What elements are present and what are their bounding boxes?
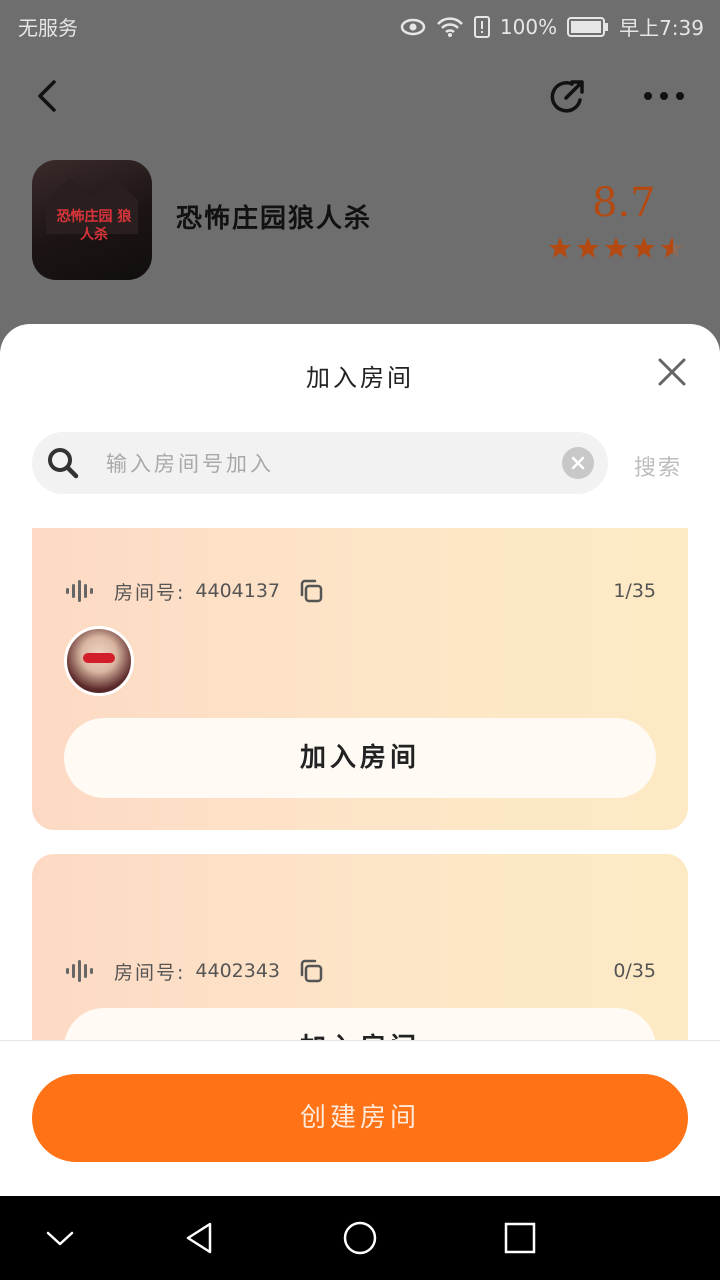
sim-alert-icon (473, 15, 490, 38)
copy-icon[interactable] (298, 578, 324, 604)
clear-input-button[interactable] (562, 447, 594, 479)
player-avatar[interactable] (64, 626, 134, 696)
chevron-down-icon[interactable] (40, 1218, 80, 1258)
star-icon (577, 237, 599, 258)
join-room-button[interactable]: 加入房间 (64, 718, 656, 798)
join-room-button[interactable]: 加入房间 (64, 1008, 656, 1040)
more-icon[interactable] (640, 80, 688, 112)
home-circle-icon[interactable] (340, 1218, 380, 1258)
status-icons: 100% 早上7:39 (400, 12, 704, 41)
room-card: 房间号: 4404137 1/35 加入房间 (32, 528, 688, 830)
search-box (32, 432, 608, 496)
rating-stars (548, 236, 684, 260)
room-card: 房间号: 4402343 0/35 加入房间 (32, 854, 688, 1040)
room-header: 房间号: 4402343 0/35 (64, 956, 656, 986)
room-list[interactable]: 房间号: 4404137 1/35 加入房间 房间号: 4402343 0/35… (0, 528, 720, 1040)
room-occupancy: 1/35 (613, 580, 656, 602)
system-nav-bar (0, 1196, 720, 1280)
clock-text: 早上7:39 (619, 16, 704, 40)
room-occupancy: 0/35 (613, 960, 656, 982)
room-number-label: 房间号: (114, 581, 186, 604)
search-button[interactable]: 搜索 (634, 450, 682, 482)
star-icon (549, 237, 571, 258)
half-star-icon (661, 237, 683, 258)
clear-icon (571, 456, 585, 470)
room-number-label: 房间号: (114, 961, 186, 984)
voice-wave-icon (66, 580, 93, 602)
game-icon-caption: 恐怖庄园 狼人杀 (56, 209, 132, 243)
back-icon[interactable] (28, 74, 68, 118)
room-header: 房间号: 4404137 1/35 (64, 576, 656, 606)
carrier-text: 无服务 (18, 16, 78, 40)
star-icon (605, 237, 627, 258)
eye-icon (400, 18, 426, 35)
wifi-icon (436, 16, 463, 37)
back-triangle-icon[interactable] (180, 1218, 220, 1258)
rating-score: 8.7 (592, 180, 656, 226)
close-icon[interactable] (652, 352, 692, 392)
game-title: 恐怖庄园狼人杀 (176, 204, 373, 234)
voice-wave-icon (66, 960, 93, 982)
room-number: 4404137 (195, 580, 281, 602)
top-bar (0, 60, 720, 132)
game-icon: 恐怖庄园 狼人杀 (32, 160, 152, 280)
battery-icon (567, 16, 609, 37)
join-room-sheet: 加入房间 搜索 房间号: 4404137 1/35 加入房间 房间号: (0, 324, 720, 1196)
divider (0, 1040, 720, 1041)
room-number-input[interactable] (104, 432, 548, 496)
battery-percent: 100% (499, 14, 558, 39)
search-icon (48, 448, 79, 479)
recents-square-icon[interactable] (500, 1218, 540, 1258)
sheet-title: 加入房间 (306, 364, 414, 392)
room-number: 4402343 (195, 960, 281, 982)
copy-icon[interactable] (298, 958, 324, 984)
status-bar: 无服务 100% 早上7:39 (0, 0, 720, 48)
create-room-button[interactable]: 创建房间 (32, 1074, 688, 1162)
star-icon (633, 237, 655, 258)
share-icon[interactable] (546, 74, 590, 118)
